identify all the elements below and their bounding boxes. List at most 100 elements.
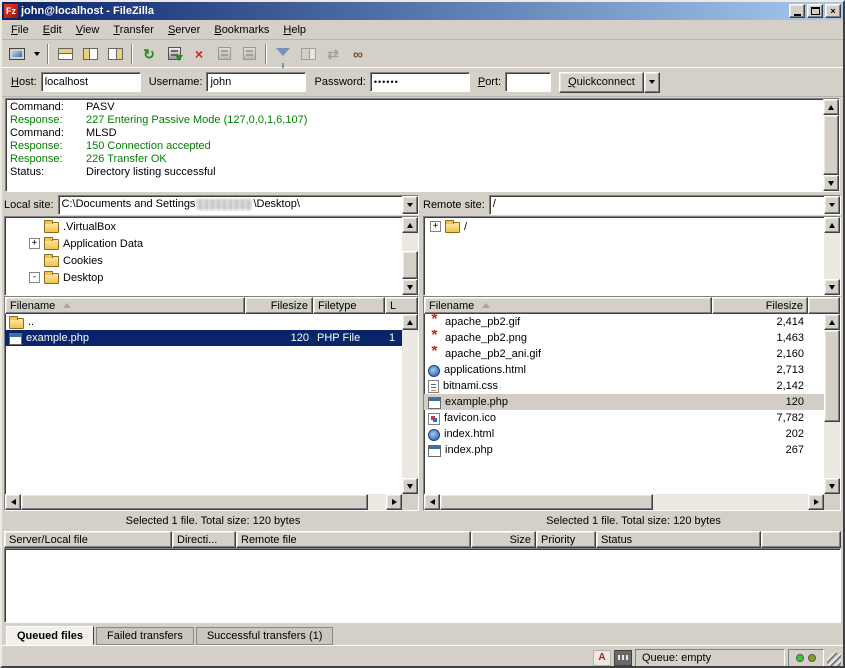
remote-list-vscrollbar[interactable] — [824, 314, 840, 494]
remote-list-hscrollbar[interactable] — [424, 494, 824, 510]
password-input[interactable] — [370, 72, 470, 92]
close-button[interactable]: × — [825, 4, 841, 18]
scrollbar-track[interactable] — [21, 494, 386, 510]
host-input[interactable] — [41, 72, 141, 92]
message-log-pane[interactable]: Command:PASV Response:227 Entering Passi… — [5, 98, 840, 192]
expand-icon[interactable]: + — [29, 238, 40, 249]
scroll-left-button[interactable] — [5, 494, 21, 510]
column-header-priority[interactable]: Priority — [536, 531, 596, 548]
scrollbar-thumb[interactable] — [824, 330, 840, 422]
column-header-remote-file[interactable]: Remote file — [236, 531, 471, 548]
scrollbar-track[interactable] — [824, 330, 840, 478]
file-row-apache-pb2-png[interactable]: *apache_pb2.png 1,463 — [424, 330, 824, 346]
scroll-up-button[interactable] — [823, 99, 839, 115]
column-header-filetype[interactable]: Filetype — [313, 297, 385, 314]
remote-site-combo[interactable]: / — [489, 195, 841, 215]
toggle-local-tree-button[interactable] — [78, 43, 102, 65]
column-header-filename[interactable]: Filename — [5, 297, 245, 314]
menu-bookmarks[interactable]: Bookmarks — [207, 22, 276, 38]
toggle-remote-tree-button[interactable] — [103, 43, 127, 65]
transfer-queue-list[interactable] — [4, 548, 841, 623]
tree-item-root[interactable]: +/ — [424, 218, 824, 235]
scrollbar-thumb[interactable] — [823, 115, 839, 175]
local-site-dropdown[interactable] — [402, 196, 418, 214]
scrollbar-thumb[interactable] — [402, 251, 418, 279]
local-site-combo[interactable]: C:\Documents and Settings\Desktop\ — [58, 195, 419, 215]
remote-tree-scrollbar[interactable] — [824, 217, 840, 295]
column-header-server-local-file[interactable]: Server/Local file — [4, 531, 172, 548]
tab-successful-transfers[interactable]: Successful transfers (1) — [196, 627, 334, 645]
tree-item-application-data[interactable]: +Application Data — [5, 235, 402, 252]
scrollbar-track[interactable] — [402, 233, 418, 279]
scroll-right-button[interactable] — [808, 494, 824, 510]
file-row-applications-html[interactable]: applications.html 2,713 — [424, 362, 824, 378]
scrollbar-thumb[interactable] — [21, 494, 368, 510]
file-row-apache-pb2-gif[interactable]: *apache_pb2.gif 2,414 — [424, 314, 824, 330]
cancel-button[interactable]: × — [187, 43, 211, 65]
toggle-message-log-button[interactable] — [53, 43, 77, 65]
username-input[interactable] — [206, 72, 306, 92]
menu-edit[interactable]: Edit — [36, 22, 69, 38]
tab-queued-files[interactable]: Queued files — [6, 626, 94, 645]
file-row-example-php[interactable]: example.php 120 PHP File 1 — [5, 330, 402, 346]
file-row-index-html[interactable]: index.html 202 — [424, 426, 824, 442]
menu-file[interactable]: File — [4, 22, 36, 38]
scroll-down-button[interactable] — [402, 478, 418, 494]
column-header-filesize[interactable]: Filesize — [245, 297, 313, 314]
scroll-up-button[interactable] — [402, 314, 418, 330]
scroll-down-button[interactable] — [824, 279, 840, 295]
tree-item-desktop[interactable]: -Desktop — [5, 269, 402, 286]
file-row-favicon-ico[interactable]: favicon.ico 7,782 — [424, 410, 824, 426]
file-row-apache-pb2-ani-gif[interactable]: *apache_pb2_ani.gif 2,160 — [424, 346, 824, 362]
local-list-hscrollbar[interactable] — [5, 494, 402, 510]
resize-grip[interactable] — [827, 653, 841, 667]
scrollbar-track[interactable] — [823, 115, 839, 175]
column-header-size[interactable]: Size — [471, 531, 536, 548]
log-scrollbar[interactable] — [823, 99, 839, 191]
column-header-lastmodified[interactable]: L — [385, 297, 418, 314]
file-row-index-php[interactable]: index.php 267 — [424, 442, 824, 458]
scroll-down-button[interactable] — [402, 279, 418, 295]
expand-icon[interactable]: + — [430, 221, 441, 232]
scroll-down-button[interactable] — [824, 478, 840, 494]
scroll-up-button[interactable] — [824, 314, 840, 330]
quickconnect-button[interactable]: Quickconnect — [559, 72, 644, 93]
column-header-filesize[interactable]: Filesize — [712, 297, 808, 314]
local-tree-scrollbar[interactable] — [402, 217, 418, 295]
reconnect-button[interactable] — [237, 43, 261, 65]
scrollbar-track[interactable] — [440, 494, 808, 510]
site-manager-button[interactable] — [5, 43, 29, 65]
find-files-button[interactable]: ∞ — [346, 43, 370, 65]
local-list-vscrollbar[interactable] — [402, 314, 418, 494]
scroll-up-button[interactable] — [402, 217, 418, 233]
collapse-icon[interactable]: - — [29, 272, 40, 283]
scrollbar-track[interactable] — [402, 330, 418, 478]
file-row-example-php[interactable]: example.php 120 — [424, 394, 824, 410]
tree-item-cookies[interactable]: Cookies — [5, 252, 402, 269]
minimize-button[interactable] — [789, 4, 805, 18]
column-header-direction[interactable]: Directi... — [172, 531, 236, 548]
column-header-status[interactable]: Status — [596, 531, 761, 548]
menu-transfer[interactable]: Transfer — [106, 22, 161, 38]
column-header-filename[interactable]: Filename — [424, 297, 712, 314]
scrollbar-track[interactable] — [824, 233, 840, 279]
titlebar[interactable]: Fz john@localhost - FileZilla × — [2, 2, 843, 20]
tab-failed-transfers[interactable]: Failed transfers — [96, 627, 194, 645]
scroll-right-button[interactable] — [386, 494, 402, 510]
tree-item-virtualbox[interactable]: .VirtualBox — [5, 218, 402, 235]
maximize-button[interactable] — [807, 4, 823, 18]
file-row-bitnami-css[interactable]: bitnami.css 2,142 — [424, 378, 824, 394]
quickconnect-dropdown[interactable] — [644, 72, 660, 93]
menu-help[interactable]: Help — [276, 22, 313, 38]
site-manager-dropdown[interactable] — [30, 43, 43, 65]
scroll-down-button[interactable] — [823, 175, 839, 191]
synchronized-browsing-button[interactable]: ⇄ — [321, 43, 345, 65]
menu-view[interactable]: View — [69, 22, 107, 38]
file-row-updir[interactable]: .. — [5, 314, 402, 330]
scroll-up-button[interactable] — [824, 217, 840, 233]
remote-site-dropdown[interactable] — [824, 196, 840, 214]
menu-server[interactable]: Server — [161, 22, 207, 38]
refresh-button[interactable]: ↻ — [137, 43, 161, 65]
disconnect-button[interactable] — [212, 43, 236, 65]
scroll-left-button[interactable] — [424, 494, 440, 510]
